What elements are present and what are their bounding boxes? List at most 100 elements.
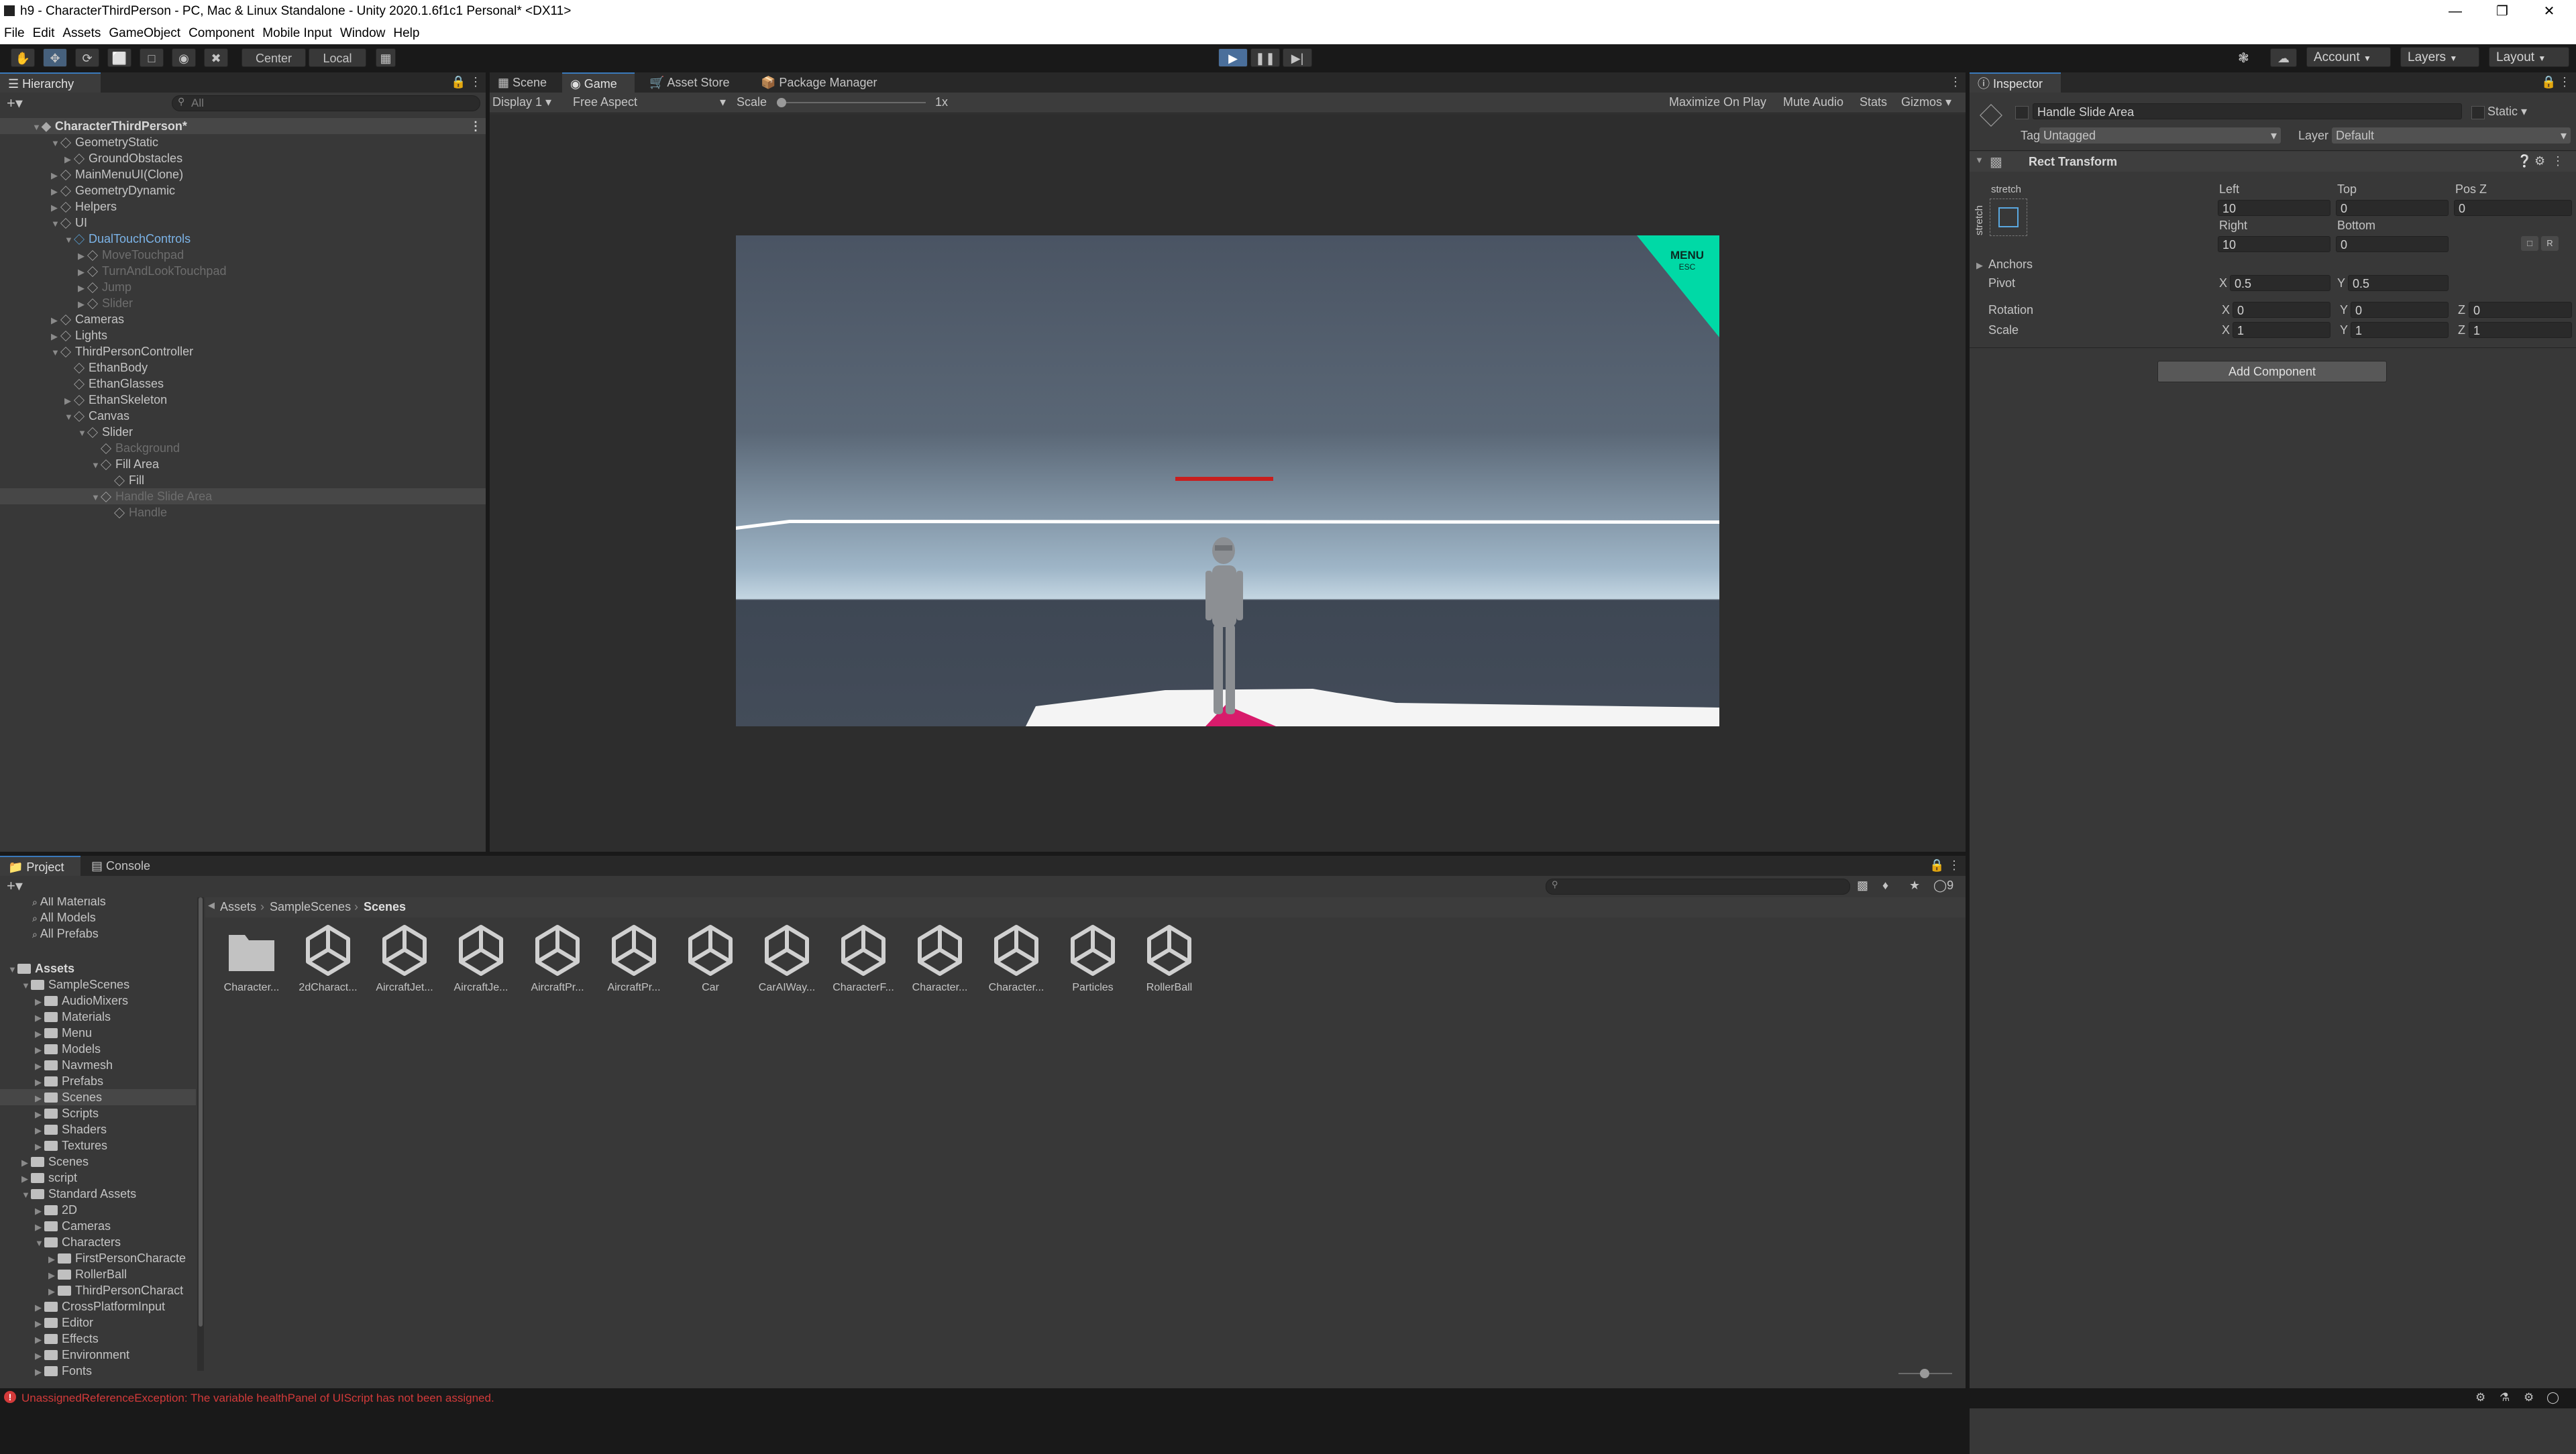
- scene-asset[interactable]: AircraftPr...: [521, 923, 594, 994]
- expand-arrow-icon[interactable]: ▼: [35, 1235, 44, 1251]
- raw-edit-button[interactable]: R: [2541, 236, 2559, 251]
- hierarchy-item[interactable]: ▼ Slider: [0, 424, 486, 440]
- project-folder-item[interactable]: ▼ SampleScenes: [0, 976, 196, 993]
- aspect-dropdown[interactable]: Free Aspect ▾: [573, 95, 726, 109]
- scene-asset[interactable]: CharacterF...: [826, 923, 900, 994]
- scale-slider-track[interactable]: [778, 102, 926, 103]
- icon-size-slider-handle[interactable]: [1920, 1369, 1929, 1378]
- expand-arrow-icon[interactable]: ▶: [48, 1268, 58, 1284]
- favorite-item[interactable]: ⌕ All Models: [32, 909, 96, 926]
- project-search-input[interactable]: ⚲: [1546, 879, 1850, 895]
- menu-help[interactable]: Help: [389, 23, 423, 41]
- hidden-packages-icon[interactable]: ◯9: [1933, 879, 1953, 893]
- expand-arrow-icon[interactable]: ▶: [78, 264, 87, 280]
- layers-dropdown[interactable]: Layers ▼: [2400, 47, 2479, 67]
- project-folder-item[interactable]: ▶ Materials: [0, 1009, 196, 1025]
- component-menu-icon[interactable]: ⋮: [2552, 154, 2564, 168]
- rect-tool-icon[interactable]: □: [140, 48, 164, 67]
- rect-transform-header[interactable]: ▼ ▩ Rect Transform ❔ ⚙ ⋮: [1970, 152, 2576, 172]
- scene-asset[interactable]: 2dCharact...: [291, 923, 365, 994]
- expand-arrow-icon[interactable]: ▼: [64, 409, 74, 425]
- expand-arrow-icon[interactable]: ▶: [35, 994, 44, 1010]
- more-icon[interactable]: ⋮: [1948, 858, 1960, 873]
- anchors-expand-icon[interactable]: ▶: [1976, 260, 1983, 271]
- collapse-arrow-icon[interactable]: ▼: [1975, 155, 1984, 165]
- hierarchy-item[interactable]: ▼ GeometryStatic: [0, 134, 486, 150]
- hierarchy-item[interactable]: Background: [0, 440, 486, 456]
- hierarchy-search-input[interactable]: ⚲ All: [172, 95, 480, 111]
- menu-component[interactable]: Component: [184, 23, 258, 41]
- help-icon[interactable]: ❔: [2517, 154, 2532, 168]
- scene-asset[interactable]: AircraftPr...: [597, 923, 671, 994]
- blueprint-mode-icon[interactable]: □: [2521, 236, 2538, 251]
- display-dropdown[interactable]: Display 1 ▾: [492, 95, 551, 109]
- expand-arrow-icon[interactable]: ▶: [51, 184, 60, 200]
- hierarchy-item[interactable]: ▶ MainMenuUI(Clone): [0, 166, 486, 182]
- tab-asset-store[interactable]: 🛒 Asset Store: [641, 72, 759, 93]
- lock-icon[interactable]: 🔒: [2541, 75, 2556, 89]
- expand-arrow-icon[interactable]: ▶: [35, 1364, 44, 1376]
- expand-arrow-icon[interactable]: ▶: [64, 393, 74, 409]
- rotation-x-field[interactable]: 0: [2233, 302, 2330, 318]
- add-component-button[interactable]: Add Component: [2157, 361, 2387, 382]
- hierarchy-item[interactable]: Handle: [0, 504, 486, 520]
- restore-icon[interactable]: ❐: [2482, 0, 2522, 23]
- expand-arrow-icon[interactable]: ▼: [51, 135, 60, 152]
- scene-asset[interactable]: Particles: [1056, 923, 1130, 994]
- minimize-icon[interactable]: —: [2435, 0, 2475, 23]
- static-dropdown[interactable]: Static ▾: [2487, 105, 2527, 119]
- pause-button[interactable]: ❚❚: [1250, 48, 1280, 67]
- scale-z-field[interactable]: 1: [2469, 322, 2572, 338]
- hand-tool-icon[interactable]: ✋: [11, 48, 35, 67]
- stats-toggle[interactable]: Stats: [1860, 95, 1887, 109]
- project-folder-item[interactable]: ▶ Shaders: [0, 1121, 196, 1137]
- expand-arrow-icon[interactable]: ▶: [35, 1139, 44, 1155]
- expand-arrow-icon[interactable]: ▶: [35, 1010, 44, 1026]
- project-folder-item[interactable]: ▶ Cameras: [0, 1218, 196, 1234]
- hierarchy-item[interactable]: ▶ EthanSkeleton: [0, 392, 486, 408]
- tab-game[interactable]: ◉ Game: [562, 72, 635, 93]
- transform-tool-icon[interactable]: ◉: [172, 48, 196, 67]
- tab-package-manager[interactable]: 📦 Package Manager: [753, 72, 910, 93]
- expand-arrow-icon[interactable]: ▶: [35, 1219, 44, 1235]
- expand-arrow-icon[interactable]: ▼: [32, 119, 42, 135]
- project-folder-item[interactable]: ▶ Environment: [0, 1347, 196, 1363]
- expand-arrow-icon[interactable]: ▶: [48, 1251, 58, 1268]
- pivot-local-toggle[interactable]: Local: [309, 48, 366, 67]
- status-bar[interactable]: ! UnassignedReferenceException: The vari…: [0, 1388, 2576, 1408]
- hierarchy-item[interactable]: ▶ Helpers: [0, 199, 486, 215]
- more-icon[interactable]: ⋮: [1949, 75, 1962, 89]
- more-icon[interactable]: ⋮: [470, 75, 482, 89]
- favorite-item[interactable]: ⌕ All Prefabs: [32, 926, 99, 942]
- expand-arrow-icon[interactable]: ▶: [51, 313, 60, 329]
- hierarchy-item[interactable]: ▼ Canvas: [0, 408, 486, 424]
- project-folder-item[interactable]: ▼ Assets: [0, 960, 196, 976]
- lock-icon[interactable]: 🔒: [1929, 858, 1944, 873]
- project-folder-item[interactable]: ▶ AudioMixers: [0, 993, 196, 1009]
- add-icon[interactable]: +▾: [7, 95, 23, 112]
- project-folder-item[interactable]: ▶ 2D: [0, 1202, 196, 1218]
- project-folder-item[interactable]: ▼ Characters: [0, 1234, 196, 1250]
- project-folder-item[interactable]: ▶ Effects: [0, 1331, 196, 1347]
- project-folder-item[interactable]: ▶ CrossPlatformInput: [0, 1298, 196, 1315]
- breadcrumb-samplescenes[interactable]: SampleScenes: [270, 900, 351, 914]
- hierarchy-item[interactable]: ▼ DualTouchControls: [0, 231, 486, 247]
- scene-asset[interactable]: AircraftJet...: [368, 923, 441, 994]
- expand-arrow-icon[interactable]: ▶: [51, 329, 60, 345]
- preset-icon[interactable]: ⚙: [2534, 154, 2545, 168]
- expand-arrow-icon[interactable]: ▶: [35, 1074, 44, 1090]
- hierarchy-item[interactable]: ▶ GeometryDynamic: [0, 182, 486, 199]
- project-folder-item[interactable]: ▶ Editor: [0, 1315, 196, 1331]
- scale-tool-icon[interactable]: ⬜: [107, 48, 131, 67]
- hierarchy-item[interactable]: ▶ Slider: [0, 295, 486, 311]
- layer-dropdown[interactable]: Default ▾: [2332, 127, 2571, 144]
- scene-asset[interactable]: AircraftJe...: [444, 923, 518, 994]
- breadcrumb-scenes[interactable]: Scenes: [364, 900, 406, 914]
- menu-edit[interactable]: Edit: [29, 23, 59, 41]
- tab-inspector[interactable]: ⓘ Inspector: [1970, 72, 2061, 93]
- search-by-label-icon[interactable]: ♦: [1882, 879, 1888, 893]
- scale-x-field[interactable]: 1: [2233, 322, 2330, 338]
- progress-icon[interactable]: ◯: [2546, 1391, 2559, 1404]
- menu-assets[interactable]: Assets: [58, 23, 105, 41]
- tree-scrollbar[interactable]: [197, 897, 204, 1371]
